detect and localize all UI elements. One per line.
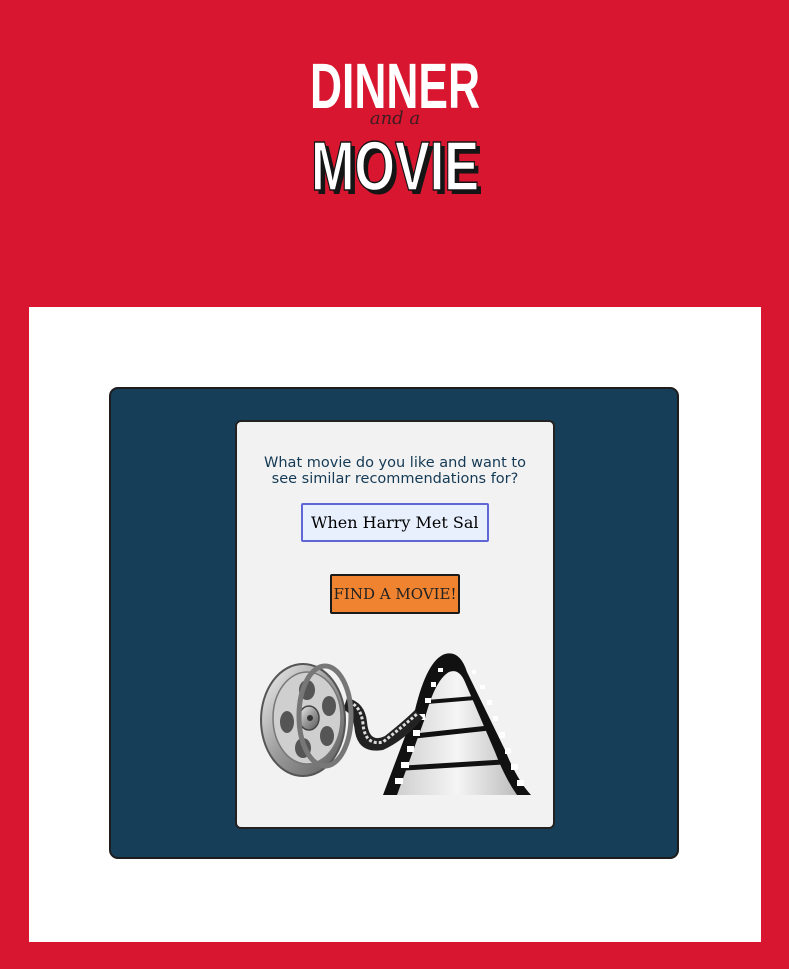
dinner-and-a-movie-logo: DINNER and a MOVIE MOVIE [310,50,483,205]
svg-text:MOVIE: MOVIE [311,127,479,205]
header: DINNER and a MOVIE MOVIE [0,0,789,307]
film-reel-icon [260,653,531,795]
find-movie-button[interactable]: FIND A MOVIE! [330,574,460,614]
movie-search-input[interactable] [301,503,489,542]
svg-text:and a: and a [370,108,420,129]
search-prompt: What movie do you like and want to see s… [264,455,526,487]
